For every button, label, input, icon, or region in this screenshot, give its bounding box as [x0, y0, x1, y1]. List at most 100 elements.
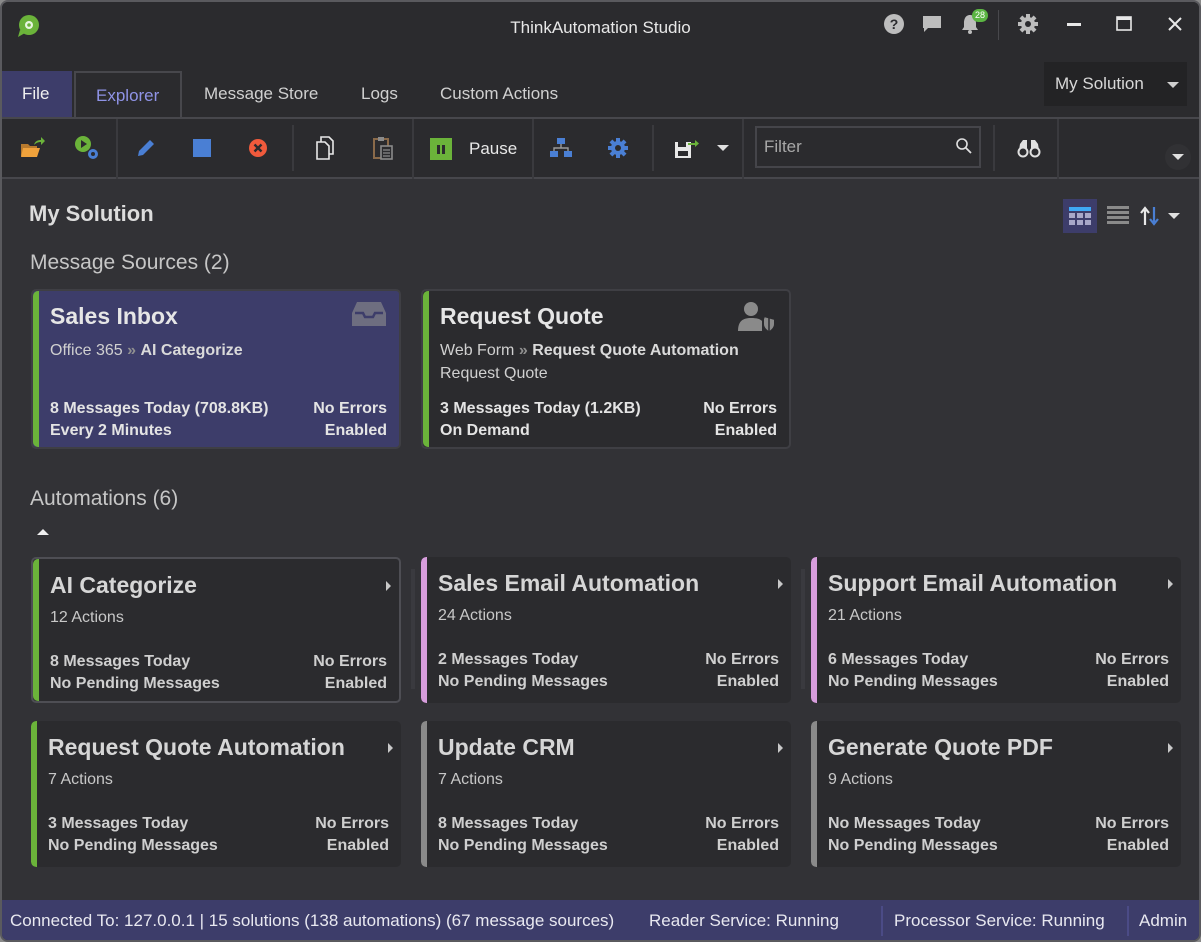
minimize-button[interactable] — [1062, 12, 1086, 36]
delete-button[interactable] — [245, 135, 271, 161]
paste-button[interactable] — [370, 135, 396, 161]
automations-heading: Automations (6) — [30, 487, 179, 510]
automation-card[interactable]: Request Quote Automation 7 Actions 3 Messa… — [31, 721, 401, 867]
copy-icon — [316, 136, 334, 160]
pause-button[interactable]: Pause — [430, 133, 517, 165]
card-divider — [411, 569, 415, 689]
automation-messages: 6 Messages Today — [828, 651, 969, 668]
open-button[interactable] — [20, 135, 46, 161]
source-route: Office 365 » AI Categorize — [50, 342, 243, 359]
tab-message-store[interactable]: Message Store — [182, 71, 340, 119]
hierarchy-button[interactable] — [548, 135, 574, 161]
automation-status: Enabled — [1106, 837, 1169, 854]
toolbar-separator — [292, 125, 294, 171]
close-button[interactable] — [1163, 12, 1187, 36]
source-messages: 8 Messages Today (708.8KB) — [50, 400, 269, 417]
automation-card[interactable]: Support Email Automation 21 Actions 6 Mess… — [811, 557, 1181, 703]
chevron-down-icon — [1167, 82, 1179, 88]
processor-service-status: Processor Service: Running — [894, 911, 1105, 930]
solution-dropdown[interactable]: My Solution — [1044, 62, 1187, 106]
run-settings-button[interactable] — [74, 135, 100, 161]
notification-badge: 28 — [971, 9, 988, 22]
gear-icon — [608, 138, 628, 158]
delete-icon — [249, 139, 267, 157]
tab-custom-actions[interactable]: Custom Actions — [418, 71, 580, 119]
maximize-button[interactable] — [1112, 12, 1136, 36]
stop-button[interactable] — [189, 135, 215, 161]
collapse-arrow-icon[interactable] — [37, 529, 49, 535]
title-bar: ThinkAutomation Studio ? 28 — [2, 2, 1199, 56]
automation-errors: No Errors — [1095, 651, 1169, 668]
chevron-right-icon[interactable] — [388, 743, 393, 753]
find-button[interactable] — [1016, 135, 1042, 161]
card-view-button[interactable] — [1063, 199, 1097, 233]
close-icon — [1168, 17, 1182, 31]
automation-card[interactable]: Update CRM 7 Actions 8 Messages Today No Pe… — [421, 721, 791, 867]
settings-button[interactable] — [1016, 12, 1040, 36]
tab-logs[interactable]: Logs — [339, 71, 420, 119]
edit-button[interactable] — [133, 135, 159, 161]
svg-text:?: ? — [890, 16, 899, 32]
titlebar-separator — [998, 10, 999, 40]
source-schedule: On Demand — [440, 422, 530, 439]
chevron-down-icon — [1172, 154, 1184, 160]
binoculars-icon — [1017, 140, 1041, 158]
minimize-icon — [1067, 23, 1081, 26]
status-bar: Connected To: 127.0.0.1 | 15 solutions (… — [2, 900, 1199, 940]
notifications-button[interactable]: 28 — [958, 9, 988, 36]
copy-button[interactable] — [313, 135, 339, 161]
automation-errors: No Errors — [313, 653, 387, 670]
chevron-down-icon — [717, 145, 729, 151]
automation-card[interactable]: Generate Quote PDF 9 Actions No Messages T… — [811, 721, 1181, 867]
app-window: ThinkAutomation Studio ? 28 File Explore… — [0, 0, 1201, 942]
source-status: Enabled — [324, 422, 387, 439]
list-view-button[interactable] — [1101, 199, 1135, 233]
automation-card[interactable]: AI Categorize 12 Actions 8 Messages Today N… — [31, 557, 401, 703]
chevron-right-icon[interactable] — [778, 579, 783, 589]
filter-box — [755, 126, 981, 168]
message-source-card[interactable]: Request Quote Web Form » Request Quote A… — [421, 289, 791, 449]
automation-messages: No Messages Today — [828, 815, 981, 832]
gear-icon — [1018, 14, 1038, 34]
source-errors: No Errors — [313, 400, 387, 417]
sort-icon — [1140, 206, 1159, 226]
help-button[interactable]: ? — [882, 12, 906, 36]
chevron-right-icon[interactable] — [386, 581, 391, 591]
automation-name: Request Quote Automation — [48, 734, 345, 760]
automation-messages: 8 Messages Today — [438, 815, 579, 832]
current-user[interactable]: Admin — [1139, 911, 1187, 931]
chevron-down-icon — [1168, 213, 1180, 219]
automation-errors: No Errors — [705, 651, 779, 668]
export-dropdown[interactable] — [710, 135, 736, 161]
chevron-right-icon[interactable] — [1168, 743, 1173, 753]
automation-pending: No Pending Messages — [438, 837, 608, 854]
automation-name: Support Email Automation — [828, 570, 1118, 596]
automation-action-count: 12 Actions — [50, 609, 124, 626]
toolbar-overflow-button[interactable] — [1165, 144, 1191, 170]
pause-icon — [430, 138, 452, 160]
automation-status: Enabled — [716, 673, 779, 690]
chat-icon — [923, 16, 941, 32]
source-name: Request Quote — [440, 303, 604, 329]
source-name: Sales Inbox — [50, 303, 178, 329]
maximize-icon — [1116, 16, 1132, 31]
automation-action-count: 7 Actions — [438, 771, 503, 788]
search-icon[interactable] — [955, 137, 973, 155]
stop-icon — [193, 139, 211, 157]
configure-button[interactable] — [605, 135, 631, 161]
automation-card[interactable]: Sales Email Automation 24 Actions 2 Messag… — [421, 557, 791, 703]
sort-button[interactable] — [1135, 199, 1185, 233]
chevron-right-icon[interactable] — [778, 743, 783, 753]
message-source-card[interactable]: Sales Inbox Office 365 » AI Categorize 8… — [31, 289, 401, 449]
filter-input[interactable] — [757, 128, 947, 166]
export-button[interactable] — [674, 135, 700, 161]
feedback-button[interactable] — [920, 12, 944, 36]
tab-explorer[interactable]: Explorer — [74, 71, 182, 119]
source-status: Enabled — [714, 422, 777, 439]
connection-status: Connected To: 127.0.0.1 | 15 solutions (… — [10, 911, 615, 930]
chevron-right-icon[interactable] — [1168, 579, 1173, 589]
grid-view-icon — [1069, 207, 1091, 225]
pause-label: Pause — [469, 139, 518, 158]
toolbar-separator — [412, 119, 414, 179]
tab-file[interactable]: File — [2, 71, 72, 119]
